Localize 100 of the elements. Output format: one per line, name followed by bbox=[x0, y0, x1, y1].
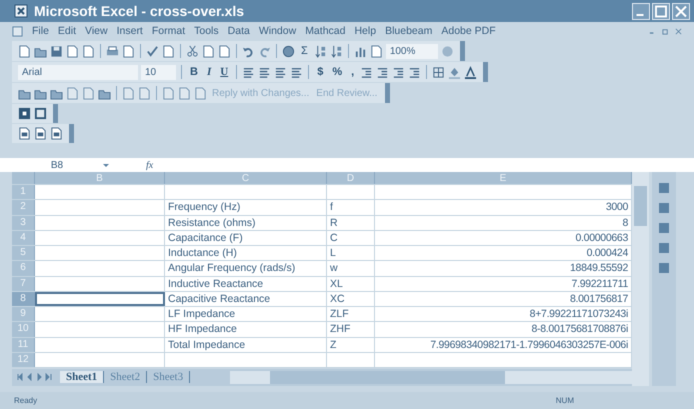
table-cell: 8-8.00175681708876i bbox=[532, 323, 628, 336]
menu-item[interactable]: Help bbox=[354, 25, 376, 37]
align-icon[interactable] bbox=[290, 66, 304, 78]
font-dropdown[interactable]: Arial bbox=[18, 64, 138, 80]
page-icon[interactable] bbox=[370, 44, 383, 58]
page-icon[interactable] bbox=[202, 44, 215, 58]
underline-button[interactable]: U bbox=[217, 66, 232, 78]
restore-icon[interactable] bbox=[662, 28, 669, 34]
menu-item[interactable]: File bbox=[32, 25, 49, 37]
table-cell: Capacitance (F) bbox=[168, 232, 243, 244]
menu-item[interactable]: View bbox=[85, 25, 108, 37]
table-cell: C bbox=[330, 232, 338, 244]
menu-item[interactable]: Edit bbox=[58, 25, 76, 37]
page-icon[interactable] bbox=[122, 86, 135, 100]
pdf-icon[interactable] bbox=[18, 127, 31, 140]
table-cell: 8+7.99221171073243i bbox=[530, 308, 628, 320]
sheet-icon[interactable] bbox=[12, 26, 23, 36]
font-color-icon[interactable] bbox=[464, 66, 478, 78]
page-icon[interactable] bbox=[122, 44, 135, 58]
table-cell: ZLF bbox=[330, 308, 349, 320]
pdf-icon[interactable] bbox=[34, 127, 47, 140]
pane-icon[interactable] bbox=[658, 222, 670, 234]
menu-item[interactable]: Adobe PDF bbox=[441, 25, 496, 37]
pane-icon[interactable] bbox=[658, 202, 670, 214]
italic-button[interactable]: I bbox=[204, 66, 214, 78]
sort-icon[interactable] bbox=[330, 44, 343, 58]
scissors-icon[interactable] bbox=[186, 44, 199, 58]
table-cell: 18849.55592 bbox=[570, 262, 628, 274]
square-icon[interactable] bbox=[18, 107, 31, 120]
zoom-dropdown[interactable]: 100% bbox=[386, 44, 438, 58]
table-cell: R bbox=[330, 216, 338, 228]
menu-item[interactable]: Window bbox=[258, 25, 296, 37]
printer-icon[interactable] bbox=[106, 44, 119, 58]
maximize-button[interactable] bbox=[652, 2, 670, 20]
pane-icon[interactable] bbox=[658, 182, 670, 194]
menu-item[interactable]: Tools bbox=[194, 25, 219, 37]
page-icon[interactable] bbox=[66, 86, 79, 100]
page-icon[interactable] bbox=[66, 44, 79, 58]
comma-button[interactable]: , bbox=[348, 66, 358, 78]
table-cell: 0.000424 bbox=[586, 247, 628, 259]
close-button[interactable] bbox=[672, 2, 690, 20]
dropdown-arrow-icon[interactable] bbox=[102, 161, 110, 169]
table-cell: HF Impedance bbox=[168, 323, 237, 336]
menu-item[interactable]: Bluebeam bbox=[385, 25, 432, 37]
page-icon[interactable] bbox=[194, 86, 207, 100]
square-icon[interactable] bbox=[34, 107, 47, 120]
page-icon[interactable] bbox=[82, 86, 95, 100]
pane-icon[interactable] bbox=[658, 262, 670, 274]
sheet-tab[interactable]: Sheet2 bbox=[104, 371, 148, 384]
horizontal-scrollbar[interactable] bbox=[230, 370, 632, 384]
page-icon[interactable] bbox=[82, 44, 95, 58]
table-cell: Resistance (ohms) bbox=[168, 216, 256, 228]
excel-icon bbox=[14, 4, 28, 18]
table-cell: 8.001756817 bbox=[570, 292, 628, 305]
menu-item[interactable]: Data bbox=[228, 25, 250, 37]
table-cell: 7.992211711 bbox=[572, 278, 628, 290]
borders-icon[interactable] bbox=[432, 66, 446, 78]
page-icon[interactable] bbox=[138, 86, 151, 100]
indent-icon[interactable] bbox=[360, 66, 374, 78]
page-icon[interactable] bbox=[162, 86, 175, 100]
table-cell: L bbox=[330, 247, 336, 259]
sheet-tab[interactable]: Sheet3 bbox=[147, 371, 190, 384]
page-icon[interactable] bbox=[162, 44, 175, 58]
sheet-tab[interactable]: Sheet1 bbox=[60, 371, 104, 384]
table-cell[interactable] bbox=[35, 292, 165, 306]
menu-item[interactable]: Mathcad bbox=[305, 25, 346, 37]
indent-icon[interactable] bbox=[408, 66, 422, 78]
vertical-scrollbar[interactable] bbox=[632, 172, 649, 386]
close-icon[interactable] bbox=[675, 28, 682, 34]
page-icon[interactable] bbox=[218, 44, 231, 58]
table-cell: 7.99698340982171-1.7996046303257E-006i bbox=[430, 338, 628, 350]
check-icon[interactable] bbox=[146, 44, 159, 58]
table-cell: ZHF bbox=[330, 323, 350, 336]
percent-button[interactable]: % bbox=[329, 66, 346, 78]
minimize-button[interactable] bbox=[632, 2, 650, 20]
table-cell: XL bbox=[330, 278, 343, 290]
currency-button[interactable]: $ bbox=[314, 66, 326, 78]
page-icon[interactable] bbox=[18, 44, 31, 58]
page-icon[interactable] bbox=[178, 86, 191, 100]
sort-icon[interactable] bbox=[314, 44, 327, 58]
close-icon bbox=[673, 4, 689, 18]
function-label[interactable]: fx bbox=[146, 160, 154, 170]
align-icon[interactable] bbox=[258, 66, 272, 78]
name-box[interactable]: B8 bbox=[12, 160, 102, 170]
table-cell: Frequency (Hz) bbox=[168, 201, 240, 214]
fill-color-icon[interactable] bbox=[448, 66, 462, 78]
table-cell: LF Impedance bbox=[168, 308, 236, 320]
table-cell: Angular Frequency (rads/s) bbox=[168, 262, 296, 274]
font-size-dropdown[interactable]: 10 bbox=[141, 64, 176, 80]
indent-icon[interactable] bbox=[392, 66, 406, 78]
indent-icon[interactable] bbox=[376, 66, 390, 78]
align-icon[interactable] bbox=[242, 66, 256, 78]
autosum-button[interactable]: Σ bbox=[298, 45, 311, 57]
bold-button[interactable]: B bbox=[187, 66, 201, 78]
menu-item[interactable]: Format bbox=[152, 25, 186, 37]
table-cell: 3000 bbox=[606, 201, 628, 214]
menu-item[interactable]: Insert bbox=[116, 25, 143, 37]
align-icon[interactable] bbox=[274, 66, 288, 78]
pane-icon[interactable] bbox=[658, 242, 670, 254]
pdf-icon[interactable] bbox=[50, 127, 63, 140]
